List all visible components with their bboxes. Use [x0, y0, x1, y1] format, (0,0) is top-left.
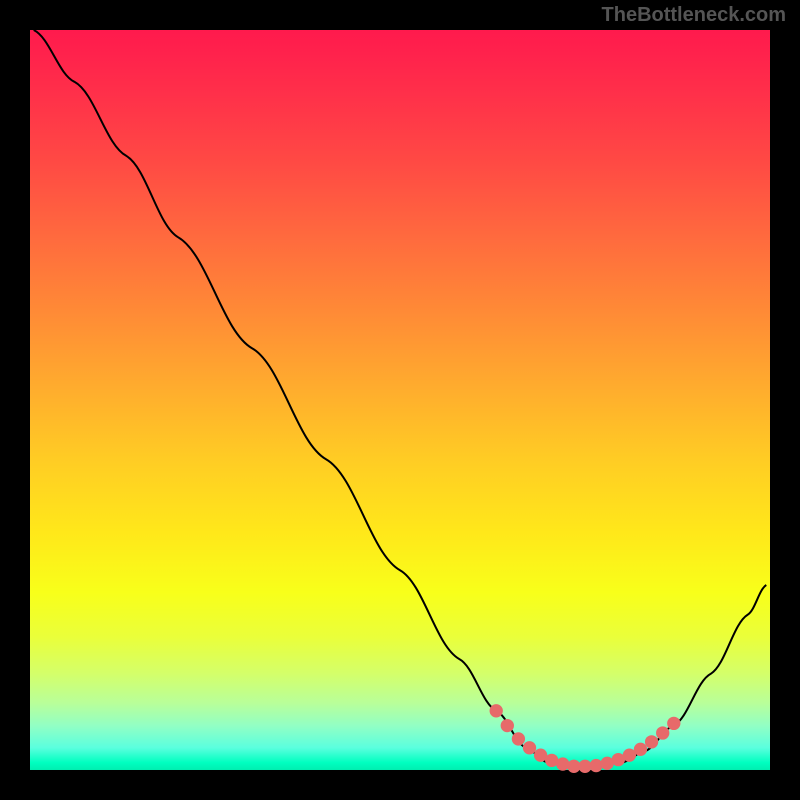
- chart-plot-area: [30, 30, 770, 770]
- highlight-dot: [589, 759, 602, 772]
- highlight-dot: [656, 726, 669, 739]
- highlight-dot: [634, 743, 647, 756]
- highlight-dot: [667, 717, 680, 730]
- highlight-dot: [512, 732, 525, 745]
- highlight-dot: [556, 757, 569, 770]
- highlight-dot: [523, 741, 536, 754]
- highlight-dot: [490, 704, 503, 717]
- highlight-dot: [645, 735, 658, 748]
- bottleneck-curve: [34, 30, 767, 766]
- highlight-dot: [501, 719, 514, 732]
- chart-svg: [30, 30, 770, 770]
- highlight-dots-group: [490, 704, 681, 773]
- watermark-text: TheBottleneck.com: [602, 4, 786, 27]
